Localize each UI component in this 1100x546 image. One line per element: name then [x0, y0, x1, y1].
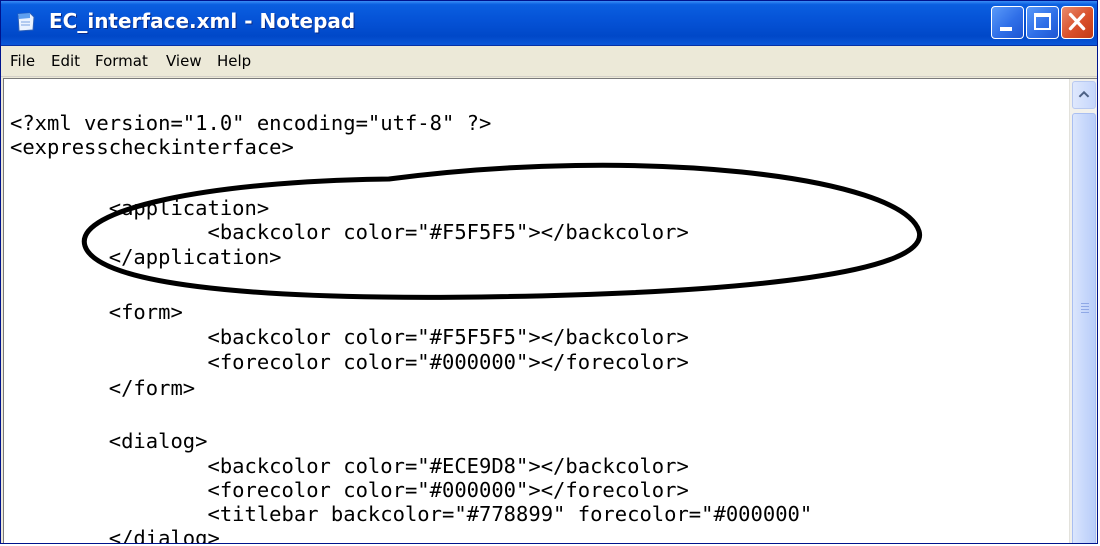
menu-help[interactable]: Help	[217, 52, 251, 70]
code-line: <form>	[10, 300, 183, 324]
vertical-scrollbar[interactable]	[1069, 79, 1097, 543]
code-line: <dialog>	[10, 429, 208, 453]
scroll-up-button[interactable]	[1072, 81, 1096, 109]
menu-view[interactable]: View	[166, 52, 202, 70]
code-line: </form>	[10, 376, 196, 400]
code-line: <application>	[10, 196, 270, 220]
close-icon	[1068, 12, 1086, 31]
scrollbar-grip-line	[1081, 312, 1089, 313]
code-line: </application>	[10, 245, 282, 269]
notepad-icon	[17, 12, 35, 32]
code-line: <?xml version="1.0" encoding="utf-8" ?>	[10, 111, 492, 135]
minimize-icon	[1000, 27, 1012, 31]
menu-file[interactable]: File	[10, 52, 35, 70]
code-line: </dialog>	[10, 526, 220, 544]
code-line: <forecolor color="#000000"></forecolor>	[10, 350, 689, 374]
title-bar[interactable]: EC_interface.xml - Notepad	[1, 1, 1097, 46]
menu-edit[interactable]: Edit	[51, 52, 80, 70]
window-title: EC_interface.xml - Notepad	[49, 9, 356, 33]
scrollbar-thumb[interactable]	[1072, 113, 1096, 543]
code-line: <backcolor color="#F5F5F5"></backcolor>	[10, 325, 689, 349]
menu-format[interactable]: Format	[95, 52, 148, 70]
scrollbar-grip-line	[1081, 303, 1089, 304]
code-line: <titlebar backcolor="#778899" forecolor=…	[10, 502, 813, 526]
close-button[interactable]	[1061, 6, 1094, 39]
code-line: <forecolor color="#000000"></forecolor>	[10, 478, 689, 502]
chevron-up-icon	[1078, 90, 1090, 98]
notepad-window: EC_interface.xml - Notepad File Edit For…	[0, 0, 1098, 544]
text-editor-area[interactable]: <?xml version="1.0" encoding="utf-8" ?> …	[3, 78, 1097, 544]
maximize-icon	[1034, 13, 1051, 30]
minimize-button[interactable]	[991, 6, 1024, 39]
code-line: <expresscheckinterface>	[10, 135, 294, 159]
scrollbar-grip-line	[1081, 309, 1089, 310]
menu-bar: File Edit Format View Help	[1, 46, 1097, 77]
scrollbar-grip-line	[1081, 306, 1089, 307]
maximize-button[interactable]	[1026, 6, 1059, 39]
code-line: <backcolor color="#ECE9D8"></backcolor>	[10, 454, 689, 478]
code-line: <backcolor color="#F5F5F5"></backcolor>	[10, 220, 689, 244]
